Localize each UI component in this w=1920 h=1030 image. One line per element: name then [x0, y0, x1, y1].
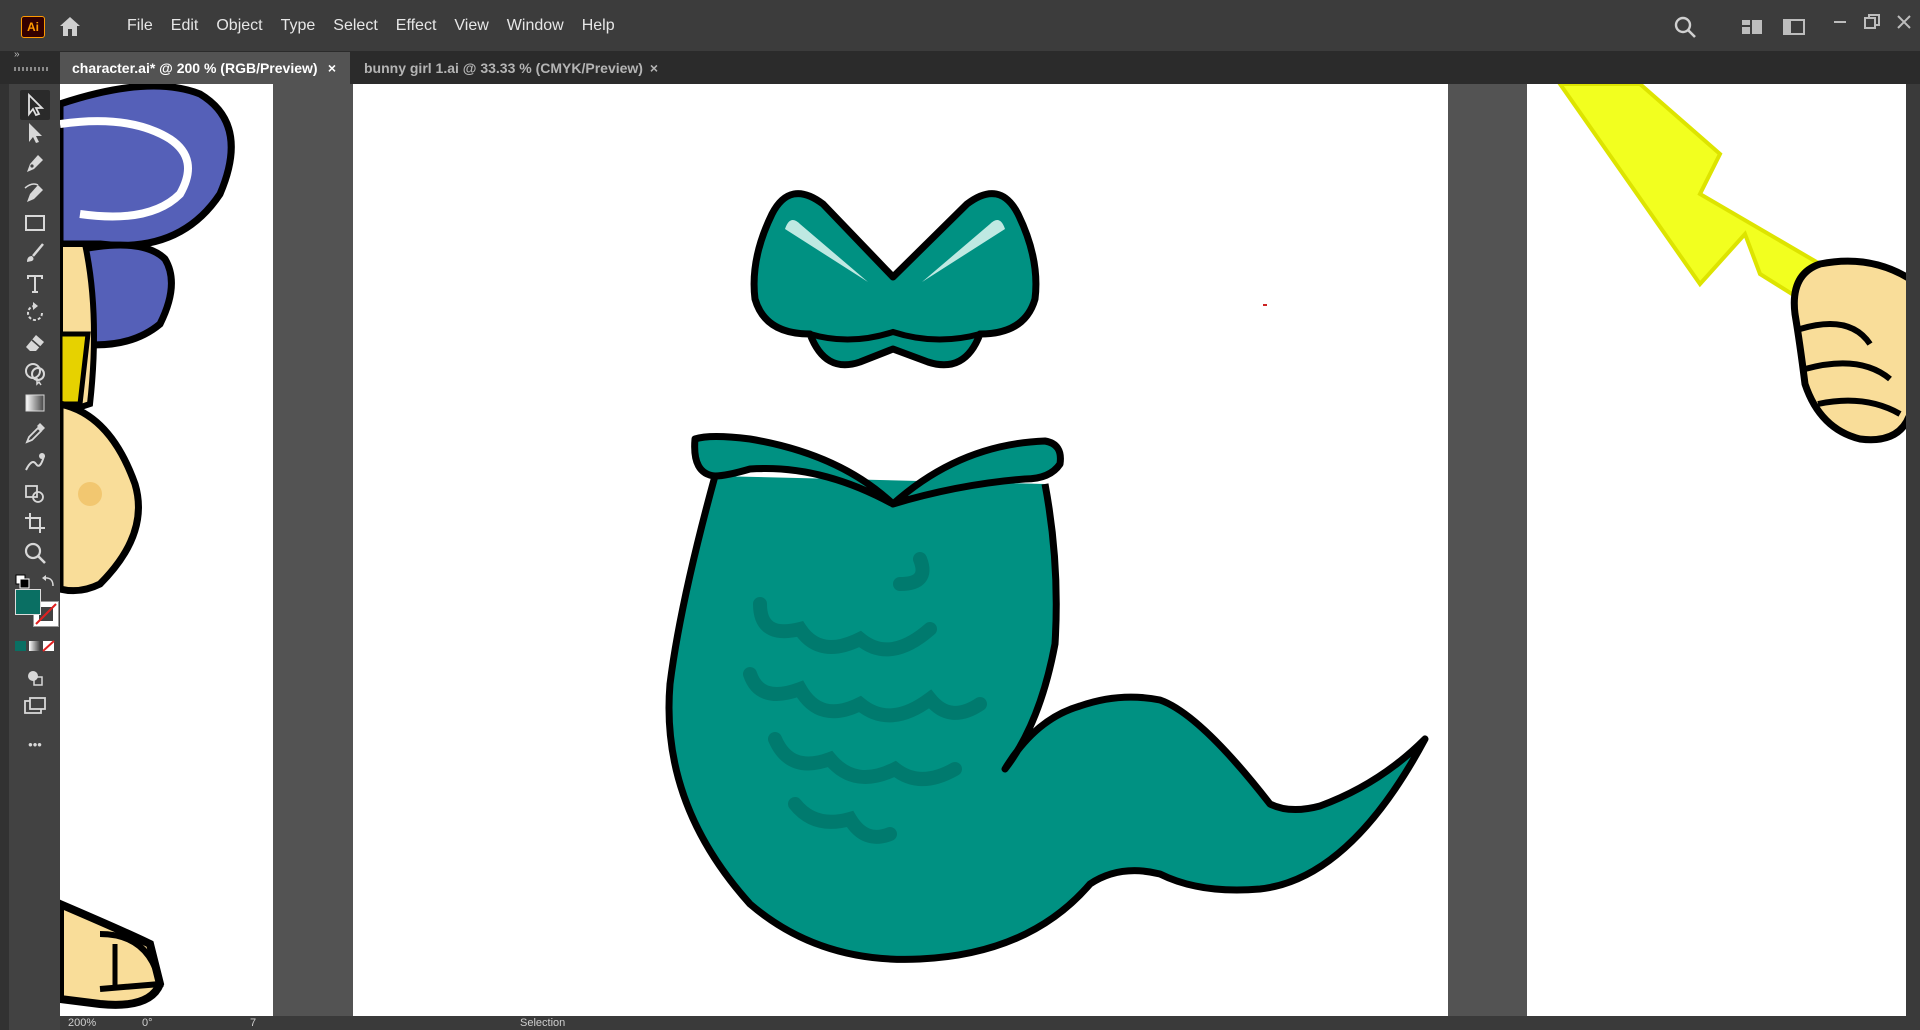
status-bar: 200% 0° 7 Selection [60, 1016, 1920, 1030]
menu-type[interactable]: Type [272, 0, 325, 51]
current-mode[interactable]: Selection [520, 1016, 565, 1030]
tools-panel: ••• [9, 84, 61, 1030]
selection-tool-icon[interactable] [20, 90, 50, 120]
restore-icon[interactable] [1862, 12, 1882, 32]
zoom-tool-icon[interactable] [22, 540, 48, 566]
screen-mode-icon[interactable] [22, 694, 48, 720]
pen-tool-icon[interactable] [22, 150, 48, 176]
menu-view[interactable]: View [445, 0, 497, 51]
menu-object[interactable]: Object [207, 0, 271, 51]
menu-help[interactable]: Help [573, 0, 624, 51]
type-tool-icon[interactable] [22, 270, 48, 296]
color-mode-buttons[interactable] [15, 640, 55, 652]
tab-title: bunny girl 1.ai @ 33.33 % (CMYK/Preview) [364, 60, 643, 76]
default-colors-icon[interactable] [15, 574, 31, 590]
swap-colors-icon[interactable] [41, 574, 57, 590]
minimize-icon[interactable] [1830, 12, 1850, 32]
tab-bunny-girl[interactable]: bunny girl 1.ai @ 33.33 % (CMYK/Preview)… [352, 52, 672, 84]
artboard-number[interactable]: 7 [250, 1016, 256, 1030]
menu-bar: Ai File Edit Object Type Select Effect V… [0, 0, 1920, 52]
menu-edit[interactable]: Edit [162, 0, 208, 51]
artboard-tool-icon[interactable] [22, 510, 48, 536]
search-icon[interactable] [1672, 14, 1698, 40]
eyedropper-tool-icon[interactable] [22, 420, 48, 446]
symbol-sprayer-tool-icon[interactable] [22, 480, 48, 506]
more-tools-icon[interactable]: ••• [22, 732, 48, 758]
fill-swatch[interactable] [15, 589, 41, 615]
panel-toggle-icon[interactable] [1782, 17, 1806, 37]
menu-file[interactable]: File [118, 0, 162, 51]
menu-list: File Edit Object Type Select Effect View… [118, 0, 624, 51]
curvature-tool-icon[interactable] [22, 180, 48, 206]
toolbar-grip[interactable] [14, 67, 48, 71]
rotation-angle[interactable]: 0° [142, 1016, 153, 1030]
menu-effect[interactable]: Effect [387, 0, 446, 51]
close-icon[interactable] [1894, 12, 1914, 32]
tab-character[interactable]: character.ai* @ 200 % (RGB/Preview) × [60, 52, 350, 84]
workspace-switcher-icon[interactable] [1740, 17, 1764, 37]
direct-selection-tool-icon[interactable] [22, 120, 48, 146]
tab-title: character.ai* @ 200 % (RGB/Preview) [72, 60, 318, 76]
illustrator-logo: Ai [21, 16, 45, 38]
paintbrush-tool-icon[interactable] [22, 240, 48, 266]
fill-swatch-color [16, 590, 40, 614]
tab-close-icon[interactable]: × [650, 52, 658, 84]
menu-select[interactable]: Select [324, 0, 386, 51]
menu-window[interactable]: Window [498, 0, 573, 51]
anchor-marker [1263, 304, 1267, 306]
canvas-area[interactable] [60, 84, 1920, 1016]
rectangle-tool-icon[interactable] [22, 210, 48, 236]
gradient-tool-icon[interactable] [22, 390, 48, 416]
eraser-tool-icon[interactable] [22, 330, 48, 356]
puppet-warp-tool-icon[interactable] [22, 450, 48, 476]
shape-builder-tool-icon[interactable] [22, 360, 48, 386]
collapse-toolbar-icon[interactable]: » [14, 49, 20, 60]
vertical-scrollbar[interactable] [1906, 84, 1920, 1016]
rotate-tool-icon[interactable] [22, 300, 48, 326]
home-icon[interactable] [56, 14, 84, 38]
tab-close-icon[interactable]: × [328, 52, 336, 84]
zoom-level[interactable]: 200% [68, 1016, 96, 1030]
draw-mode-icon[interactable] [22, 664, 48, 690]
